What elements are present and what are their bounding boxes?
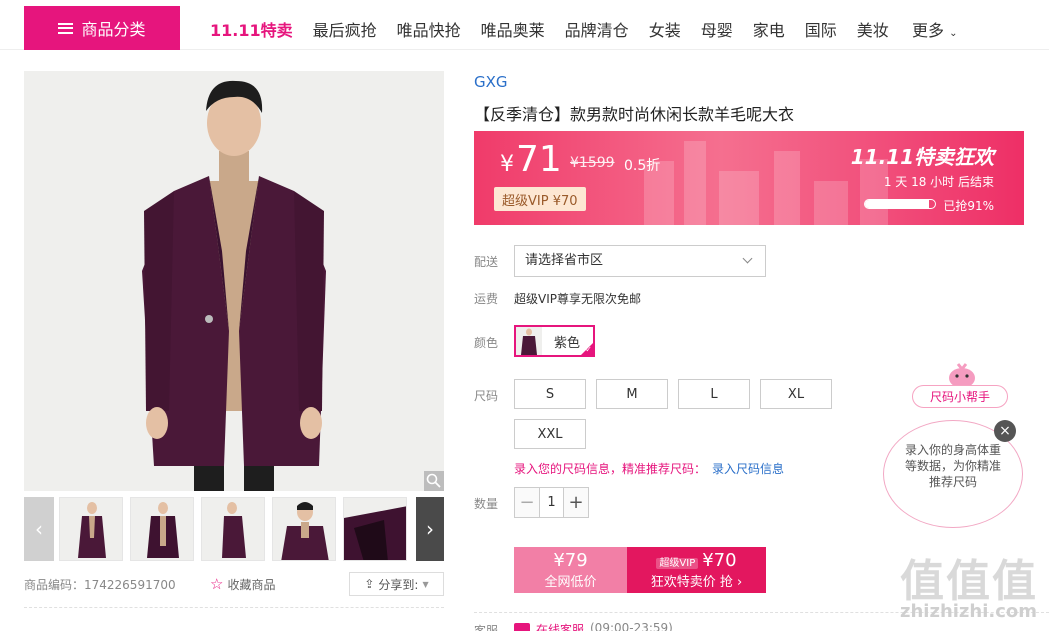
shipping-label: 运费: [474, 292, 499, 306]
delivery-region-select[interactable]: 请选择省市区: [514, 245, 766, 277]
thumbnail-3[interactable]: [201, 497, 265, 561]
shipping-info: 超级VIP尊享无限次免邮: [514, 292, 641, 306]
sale-progress-fill: [865, 200, 929, 208]
buy-vip-button[interactable]: 超级VIP ¥70 狂欢特卖价 抢 ›: [627, 547, 766, 593]
event-title: 11.11特卖狂欢: [850, 145, 994, 169]
size-tip-text: 录入您的尺码信息，精准推荐尺码：: [514, 462, 707, 476]
thumb-prev-button[interactable]: ‹: [24, 497, 54, 561]
normal-price: ¥79: [553, 550, 588, 571]
close-icon[interactable]: ×: [994, 420, 1016, 442]
watermark-logo: 值值值: [900, 556, 1038, 607]
nav-link-beauty[interactable]: 美妆: [857, 17, 889, 41]
thumbnail-strip: ‹ ›: [24, 497, 444, 561]
nav-link-flash[interactable]: 唯品快抢: [397, 17, 461, 41]
discount-rate: 0.5折: [624, 158, 661, 174]
product-main-image[interactable]: [24, 71, 444, 491]
vip-price-tag: 超级VIP ¥70: [494, 187, 586, 211]
caret-down-icon: ▼: [422, 579, 429, 589]
color-swatch-thumbnail: [516, 327, 542, 355]
size-helper-text: 录入你的身高体重等数据，为你精准推荐尺码: [904, 443, 1001, 489]
thumbnail-2[interactable]: [130, 497, 194, 561]
color-label: 颜色: [474, 336, 499, 350]
service-hours: (09:00-23:59): [590, 621, 673, 631]
nav-link-appliance[interactable]: 家电: [753, 17, 785, 41]
brand-link[interactable]: GXG: [474, 73, 508, 91]
service-label: 客服: [474, 624, 499, 631]
nav-link-baby[interactable]: 母婴: [701, 17, 733, 41]
quantity-label: 数量: [474, 497, 499, 511]
size-helper-button[interactable]: 尺码小帮手: [912, 385, 1008, 408]
buy-normal-button[interactable]: ¥79 全网低价: [514, 547, 627, 593]
product-title: 【反季清仓】款男款时尚休闲长款羊毛呢大衣: [474, 105, 795, 124]
current-price: ¥71: [500, 139, 562, 180]
share-label: 分享到:: [378, 577, 419, 592]
star-icon: ☆: [210, 575, 224, 593]
zoom-icon[interactable]: [424, 471, 444, 491]
size-tip: 录入您的尺码信息，精准推荐尺码： 录入尺码信息: [514, 460, 784, 477]
size-option-l[interactable]: L: [678, 379, 750, 409]
product-meta-row: 商品编码：174226591700 ☆ 收藏商品 ⇪ 分享到: ▼: [24, 572, 444, 596]
favorite-label: 收藏商品: [227, 577, 276, 592]
divider: [24, 607, 444, 608]
sale-progress-bar: [864, 199, 936, 209]
model-photo: [24, 71, 444, 491]
chat-icon: [514, 623, 530, 631]
thumbnail-5[interactable]: [343, 497, 407, 561]
vip-price-label: 狂欢特卖价 抢 ›: [650, 575, 743, 590]
delivery-select-value: 请选择省市区: [525, 253, 604, 268]
nav-links: 11.11特卖 最后疯抢 唯品快抢 唯品奥莱 品牌清仓 女装 母婴 家电 国际 …: [210, 17, 909, 41]
nav-more-label: 更多: [912, 21, 945, 40]
share-icon: ⇪: [364, 577, 375, 591]
vip-price: ¥70: [702, 550, 737, 571]
nav-link-intl[interactable]: 国际: [805, 17, 837, 41]
size-option-m[interactable]: M: [596, 379, 668, 409]
quantity-plus-button[interactable]: +: [564, 488, 588, 517]
category-menu-button[interactable]: 商品分类: [24, 6, 180, 50]
size-option-xl[interactable]: XL: [760, 379, 832, 409]
size-info-link[interactable]: 录入尺码信息: [712, 462, 784, 476]
original-price: ¥1599: [570, 155, 615, 171]
vip-badge: 超级VIP: [656, 557, 699, 569]
nav-link-1111[interactable]: 11.11特卖: [210, 17, 293, 41]
thumbnail-4[interactable]: [272, 497, 336, 561]
thumbnail-1[interactable]: [59, 497, 123, 561]
top-nav: 商品分类 11.11特卖 最后疯抢 唯品快抢 唯品奥莱 品牌清仓 女装 母婴 家…: [0, 0, 1049, 50]
sku-code: 商品编码：174226591700: [24, 578, 176, 592]
size-option-s[interactable]: S: [514, 379, 586, 409]
nav-link-women[interactable]: 女装: [649, 17, 681, 41]
delivery-label: 配送: [474, 255, 499, 269]
site-watermark: 值值值 zhizhizhi.com: [900, 545, 1040, 631]
color-option-purple[interactable]: 紫色 ✓: [514, 325, 595, 357]
size-option-xxl[interactable]: XXL: [514, 419, 586, 449]
online-service-link[interactable]: 在线客服: [536, 621, 584, 631]
menu-icon: [58, 22, 74, 34]
chevron-left-icon: ‹: [35, 517, 43, 541]
favorite-button[interactable]: ☆ 收藏商品: [210, 575, 275, 593]
nav-link-last-sale[interactable]: 最后疯抢: [313, 17, 377, 41]
chevron-right-icon: ›: [426, 517, 434, 541]
current-price-value: 71: [516, 139, 562, 180]
color-option-label: 紫色: [554, 335, 581, 351]
category-label: 商品分类: [81, 20, 146, 39]
check-icon: ✓: [585, 345, 592, 354]
watermark-url: zhizhizhi.com: [900, 601, 1038, 622]
nav-link-clearance[interactable]: 品牌清仓: [565, 17, 629, 41]
share-dropdown[interactable]: ⇪ 分享到: ▼: [349, 572, 444, 596]
price-banner: ¥71 ¥1599 0.5折 超级VIP ¥70 11.11特卖狂欢 1 天 1…: [474, 131, 1024, 225]
grabbed-percent: 已抢91%: [943, 199, 994, 213]
nav-link-outlet[interactable]: 唯品奥莱: [481, 17, 545, 41]
chevron-down-icon: [742, 253, 753, 264]
thumb-next-button[interactable]: ›: [416, 497, 444, 561]
chevron-down-icon: ⌄: [949, 28, 958, 39]
quantity-minus-button[interactable]: −: [515, 488, 539, 517]
quantity-input[interactable]: 1: [539, 488, 564, 517]
countdown-timer: 1 天 18 小时 后结束: [883, 175, 994, 189]
quantity-stepper: − 1 +: [514, 487, 589, 518]
currency-symbol: ¥: [500, 152, 514, 177]
normal-price-label: 全网低价: [544, 575, 597, 590]
nav-more[interactable]: 更多 ⌄: [912, 17, 958, 41]
size-label: 尺码: [474, 389, 499, 403]
